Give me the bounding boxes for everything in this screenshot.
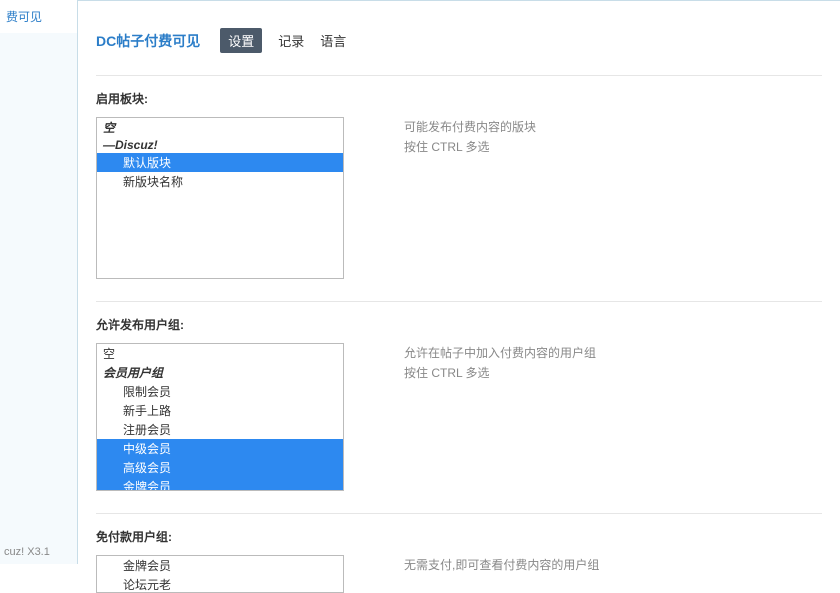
section-exempt: 免付款用户组: 金牌会员论坛元老 无需支付,即可查看付费内容的用户组 [96,513,822,593]
page-header: DC帖子付费可见 设置 记录 语言 [96,28,822,53]
sidebar-item-pay-visible[interactable]: 费可见 [0,0,77,33]
publish-listbox[interactable]: 空会员用户组限制会员新手上路注册会员中级会员高级会员金牌会员论坛元老自定义用户组… [96,343,344,491]
section-label: 启用板块: [96,90,822,107]
help-text: 无需支付,即可查看付费内容的用户组 [404,555,599,593]
board-listbox[interactable]: 空—Discuz!默认版块新版块名称 [96,117,344,279]
list-item[interactable]: 新版块名称 [97,172,343,191]
list-item[interactable]: —Discuz! [97,137,343,153]
main-content: DC帖子付费可见 设置 记录 语言 启用板块: 空—Discuz!默认版块新版块… [78,0,840,564]
section-allow-publish: 允许发布用户组: 空会员用户组限制会员新手上路注册会员中级会员高级会员金牌会员论… [96,301,822,491]
tab-settings[interactable]: 设置 [220,28,262,53]
section-label: 免付款用户组: [96,528,822,545]
list-item[interactable]: 金牌会员 [97,477,343,491]
list-item[interactable]: 中级会员 [97,439,343,458]
list-item[interactable]: 默认版块 [97,153,343,172]
help-text: 可能发布付费内容的版块 按住 CTRL 多选 [404,117,536,279]
list-item[interactable]: 限制会员 [97,382,343,401]
sidebar: 费可见 cuz! X3.1 [0,0,78,564]
list-item[interactable]: 新手上路 [97,401,343,420]
list-item[interactable]: 金牌会员 [97,556,343,575]
section-label: 允许发布用户组: [96,316,822,333]
list-item[interactable]: 会员用户组 [97,363,343,382]
sidebar-footer: cuz! X3.1 [4,546,50,558]
exempt-listbox[interactable]: 金牌会员论坛元老 [96,555,344,593]
list-item[interactable]: 空 [97,118,343,137]
page-title: DC帖子付费可见 [96,31,200,51]
list-item[interactable]: 高级会员 [97,458,343,477]
help-text: 允许在帖子中加入付费内容的用户组 按住 CTRL 多选 [404,343,596,491]
tab-records[interactable]: 记录 [278,31,304,50]
list-item[interactable]: 论坛元老 [97,575,343,593]
list-item[interactable]: 注册会员 [97,420,343,439]
list-item[interactable]: 空 [97,344,343,363]
tab-language[interactable]: 语言 [320,31,346,50]
section-enable-board: 启用板块: 空—Discuz!默认版块新版块名称 可能发布付费内容的版块 按住 … [96,75,822,279]
